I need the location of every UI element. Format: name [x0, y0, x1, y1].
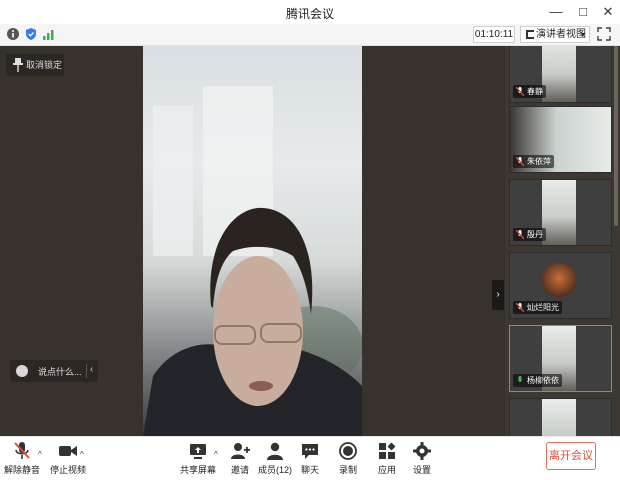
share-options-caret[interactable]: ^ — [214, 450, 218, 459]
participant-name-text: 殷丹 — [527, 230, 543, 239]
unlock-button[interactable]: 取消锁定 — [6, 54, 64, 76]
mic-muted-icon — [516, 230, 524, 239]
stop-video-button[interactable]: 停止视频 — [48, 441, 88, 479]
members-icon — [267, 442, 283, 460]
meeting-toolbar: 01:10:11 演讲者视图 ▾ — [0, 24, 620, 46]
participant-tile[interactable] — [509, 398, 612, 436]
members-label: 成员(12) — [257, 465, 292, 475]
scroll-up-button[interactable]: ︿ — [555, 50, 571, 65]
participant-tile[interactable]: 殷丹 — [509, 179, 612, 246]
collapse-gallery-button[interactable]: › — [492, 280, 504, 310]
view-mode-dropdown[interactable]: 演讲者视图 ▾ — [520, 26, 590, 43]
participant-tile[interactable]: 灿烂阳光 — [509, 252, 612, 319]
chat-button[interactable]: 聊天 — [290, 441, 330, 479]
chevron-down-icon: ▾ — [580, 30, 585, 39]
mic-muted-icon — [516, 87, 524, 96]
unlock-label: 取消锁定 — [26, 60, 63, 70]
participant-video — [542, 180, 576, 245]
participant-name: 灿烂阳光 — [513, 301, 562, 314]
unmute-button[interactable]: 解除静音 — [2, 441, 42, 479]
share-screen-button[interactable]: 共享屏幕 — [178, 441, 218, 479]
chat-label: 聊天 — [300, 465, 319, 475]
stop-video-label: 停止视频 — [49, 465, 86, 475]
participant-name: 春静 — [513, 85, 546, 98]
invite-label: 邀请 — [230, 465, 249, 475]
quick-chat-input[interactable]: 说点什么... ‹ — [10, 360, 98, 382]
pin-icon — [13, 58, 23, 72]
invite-button[interactable]: 邀请 — [220, 441, 260, 479]
window-title: 腾讯会议 — [285, 7, 334, 21]
main-stage: 取消锁定 说点什么... ‹ › — [0, 46, 505, 436]
participant-name: 杨柳依依 — [513, 374, 562, 387]
maximize-button[interactable]: □ — [573, 2, 593, 22]
close-button[interactable]: ✕ — [598, 2, 618, 22]
layout-icon — [526, 30, 534, 39]
title-bar: 腾讯会议 — □ ✕ — [0, 0, 620, 24]
invite-icon — [231, 443, 250, 459]
apps-label: 应用 — [377, 465, 396, 475]
camera-icon — [59, 446, 77, 456]
mic-muted-icon — [516, 157, 524, 166]
speaker-figure — [143, 86, 362, 436]
record-label: 录制 — [338, 465, 357, 475]
record-button[interactable]: 录制 — [328, 441, 368, 479]
fullscreen-icon[interactable] — [597, 27, 611, 41]
participant-tile[interactable]: 杨柳依依 — [509, 325, 612, 392]
share-screen-icon — [190, 444, 206, 459]
members-button[interactable]: 成员(12) — [255, 441, 295, 479]
chat-placeholder: 说点什么... — [38, 367, 82, 377]
gear-icon — [413, 442, 431, 460]
mic-muted-icon — [14, 442, 30, 459]
info-icon[interactable] — [6, 27, 20, 41]
divider — [86, 364, 87, 378]
participant-tile[interactable]: 朱依萍 — [509, 106, 612, 173]
shield-icon[interactable] — [24, 27, 38, 41]
participant-name-text: 春静 — [527, 87, 543, 96]
signal-icon[interactable] — [42, 27, 56, 41]
video-options-caret[interactable]: ^ — [80, 450, 84, 459]
participant-gallery: 春静朱依萍殷丹灿烂阳光杨柳依依 ︿ — [505, 46, 620, 436]
gallery-scrollbar[interactable] — [614, 46, 618, 226]
settings-label: 设置 — [412, 465, 431, 475]
participant-name: 殷丹 — [513, 228, 546, 241]
participant-video — [542, 399, 576, 436]
speaker-video[interactable] — [143, 46, 362, 436]
minimize-button[interactable]: — — [546, 2, 566, 22]
audio-options-caret[interactable]: ^ — [38, 450, 42, 459]
participant-name: 朱依萍 — [513, 155, 554, 168]
record-icon — [339, 442, 357, 460]
mic-muted-icon — [516, 303, 524, 312]
leave-meeting-button[interactable]: 离开会议 — [546, 442, 596, 470]
chat-icon — [302, 444, 318, 459]
participant-name-text: 灿烂阳光 — [527, 303, 559, 312]
apps-icon — [379, 442, 396, 459]
chevron-left-icon[interactable]: ‹ — [90, 364, 93, 375]
mic-icon — [518, 376, 522, 382]
view-mode-label: 演讲者视图 — [536, 29, 586, 40]
participant-video — [542, 263, 576, 297]
share-screen-label: 共享屏幕 — [179, 465, 216, 475]
settings-button[interactable]: 设置 — [402, 441, 442, 479]
apps-button[interactable]: 应用 — [367, 441, 407, 479]
participant-name-text: 朱依萍 — [527, 157, 551, 166]
emoji-icon[interactable] — [16, 365, 28, 377]
meeting-timer: 01:10:11 — [473, 26, 515, 43]
participant-name-text: 杨柳依依 — [527, 376, 559, 385]
control-bar: 解除静音 ^ 停止视频 ^ 共享屏幕 ^ 邀请 成员(12) 聊天 录制 应用 … — [0, 436, 620, 480]
unmute-label: 解除静音 — [3, 465, 40, 475]
